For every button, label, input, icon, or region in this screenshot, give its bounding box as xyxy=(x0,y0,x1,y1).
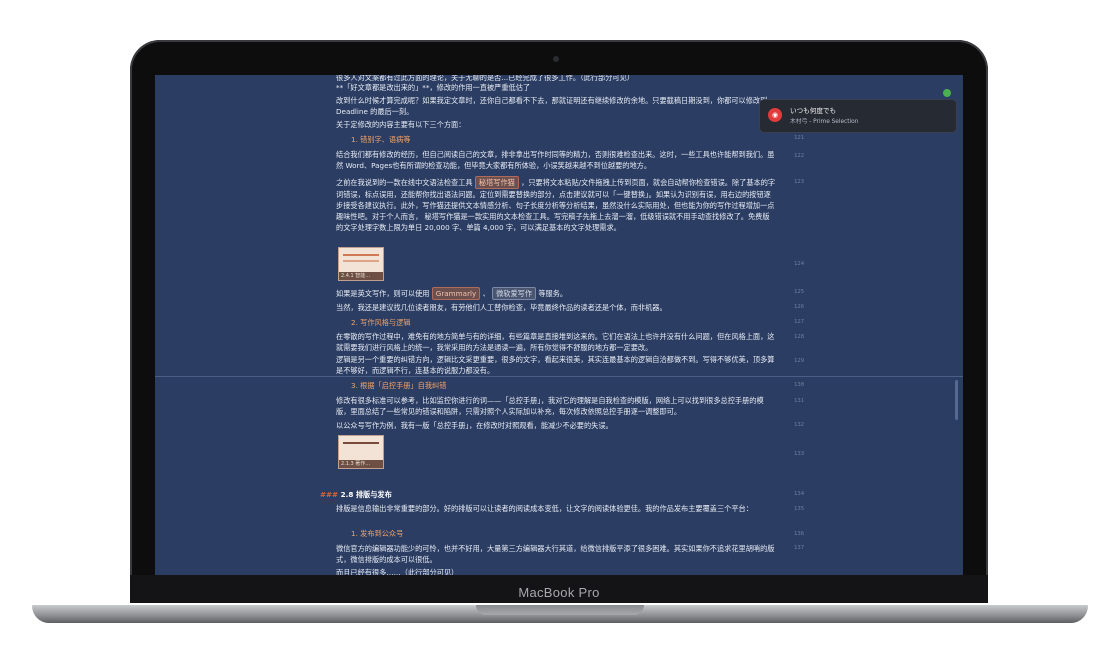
markdown-editor[interactable]: 很多人对文案都有过此方面的理论，关于无聊的是否...已经完成了很多工作。（此行部… xyxy=(155,75,963,575)
editor-line: 改到什么时候才算完成呢？如果我定文章时，还你自己都看不下去，那就证明还有继续修改… xyxy=(336,96,768,116)
line-number: 121 xyxy=(794,135,805,141)
link-microsoft-editor[interactable]: 微软爱写作 xyxy=(492,287,537,300)
thumbnail-graphic xyxy=(343,260,379,262)
list-text: 3. 根据「启控手册」自我纠错 xyxy=(351,381,447,390)
line-number: 137 xyxy=(794,545,805,551)
laptop-thumb-notch xyxy=(476,605,644,615)
editor-line: 结合我们都有修改的经历，但自己阅读自己的文章，排非拿出写作时同等的精力，否则很难… xyxy=(336,150,775,170)
line-number: 135 xyxy=(794,506,805,512)
editor-line: 修改有很多标准可以参考，比如监控你进行的词——「总控手册」，我对它的理解是自我检… xyxy=(336,396,764,416)
line-number: 133 xyxy=(794,451,805,457)
editor-line: 而且已经有很多……（此行部分可见） xyxy=(336,568,459,575)
brand-label: MacBook Pro xyxy=(518,585,600,600)
link-grammarly[interactable]: Grammarly xyxy=(431,287,481,300)
editor-line: 关于定修改的内容主要有以下三个方面： xyxy=(336,120,466,129)
editor-line: 排版是信息输出非常重要的部分。好的排版可以让读者的阅读成本变低，让文字的阅读体验… xyxy=(336,504,753,513)
section-heading: ### 2.8 排版与发布 xyxy=(320,489,760,500)
line-number: 122 xyxy=(794,153,805,159)
editor-line: 微信官方的编辑器功能少的可怜，也并不好用，大量第三方编辑器大行其道，给微信排版平… xyxy=(336,544,775,564)
editor-line: 在零散的写作过程中，难免有的地方简单与有的详细，有些篇章是直接堆到这来的。它们在… xyxy=(336,332,775,352)
heading-text: 2.8 排版与发布 xyxy=(340,490,392,499)
thumbnail-caption: 2.4.1 智能… xyxy=(339,272,383,280)
line-number: 124 xyxy=(794,261,805,267)
editor-text: 等服务。 xyxy=(538,289,568,298)
list-item: 3. 根据「启控手册」自我纠错 xyxy=(351,380,791,391)
line-number: 136 xyxy=(794,531,805,537)
editor-text: 、 xyxy=(482,289,490,298)
line-number: 128 xyxy=(794,334,805,340)
line-number: 125 xyxy=(794,289,805,295)
image-thumbnail[interactable]: 2.1.3 著作… xyxy=(338,435,384,469)
editor-text: 之前在我说到的一款在线中文语法检查工具 xyxy=(336,178,473,187)
notification-banner[interactable]: ◉ いつも何度でも 木村弓 - Prime Selection xyxy=(759,99,957,133)
list-text: 1. 发布到公众号 xyxy=(351,529,404,538)
line-number: 132 xyxy=(794,422,805,428)
thumbnail-graphic xyxy=(343,442,379,444)
current-line-highlight xyxy=(155,376,963,377)
line-number: 126 xyxy=(794,304,805,310)
editor-line: 以公众号写作为例，我有一版「总控手册」，在修改时对照观看，能减少不必要的失误。 xyxy=(336,421,613,430)
line-number: 127 xyxy=(794,319,805,325)
editor-line: 当然，我还是建议找几位读者朋友，有劳他们人工替你检查，毕竟最终作品的读者还是个体… xyxy=(336,303,667,312)
thumbnail-graphic xyxy=(343,254,379,256)
status-dot xyxy=(943,89,951,97)
image-thumbnail[interactable]: 2.4.1 智能… xyxy=(338,247,384,281)
list-item: 1. 发布到公众号 xyxy=(351,528,791,539)
list-item: 1. 错别字、语病等 xyxy=(351,134,791,145)
editor-text: 如果是英文写作，则可以使用 xyxy=(336,289,430,298)
line-number: 123 xyxy=(794,179,805,185)
thumbnail-caption: 2.1.3 著作… xyxy=(339,460,383,468)
line-number: 134 xyxy=(794,491,805,497)
line-number: 130 xyxy=(794,382,805,388)
line-number: 129 xyxy=(794,358,805,364)
scrollbar-thumb[interactable] xyxy=(955,380,958,420)
netease-music-icon: ◉ xyxy=(768,108,782,122)
webcam xyxy=(553,56,559,62)
list-text: 2. 写作风格与逻辑 xyxy=(351,318,411,327)
screen: 很多人对文案都有过此方面的理论，关于无聊的是否...已经完成了很多工作。（此行部… xyxy=(155,75,963,575)
paragraph-with-link: 之前在我说到的一款在线中文语法检查工具 秘塔写作猫 ，只要将文本粘贴/文件拖拽上… xyxy=(336,176,776,233)
link-xiezuocat[interactable]: 秘塔写作猫 xyxy=(474,176,519,189)
list-text: 1. 错别字、语病等 xyxy=(351,135,411,144)
list-item: 2. 写作风格与逻辑 xyxy=(351,317,791,328)
heading-marker: ### xyxy=(320,490,339,499)
notification-title: いつも何度でも xyxy=(790,107,837,115)
editor-line: 逻辑是另一个重要的纠错方向，逻辑比文采更重要，很多的文字，看起来很美，其实连最基… xyxy=(336,355,775,375)
line-number: 131 xyxy=(794,398,805,404)
notification-subtitle: 木村弓 - Prime Selection xyxy=(790,119,859,125)
paragraph-with-links: 如果是英文写作，则可以使用 Grammarly 、 微软爱写作 等服务。 xyxy=(336,287,776,300)
editor-line: **「好文章都是改出来的」**，修改的作用一直被严重低估了 xyxy=(336,83,531,92)
